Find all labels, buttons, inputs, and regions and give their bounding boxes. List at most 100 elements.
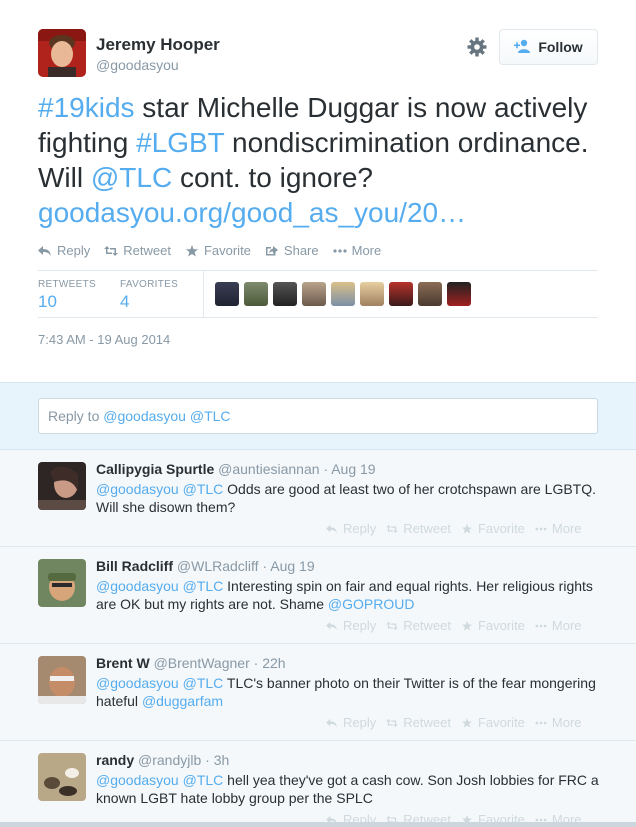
favoriter-avatar[interactable] [418,282,442,306]
reply-mentions[interactable]: @goodasyou @TLC [96,578,223,594]
gear-icon[interactable] [466,36,488,58]
retweets-count: 10 [38,292,57,311]
reply-author-handle[interactable]: @BrentWagner [154,655,250,671]
reply-author-handle[interactable]: @WLRadcliff [177,558,259,574]
reply-action[interactable]: Reply [38,243,90,258]
reply-label: Reply [343,715,377,730]
favorites-label: FAVORITES [120,279,179,290]
reply-mention-link[interactable]: @duggarfam [142,693,223,709]
star-icon [461,620,472,631]
more-action[interactable]: More [535,715,582,730]
share-icon [265,245,278,255]
favorite-label: Favorite [477,521,525,536]
hashtag-link[interactable]: #LGBT [136,127,224,158]
reply-author-name[interactable]: randy [96,752,134,768]
more-action[interactable]: More [535,618,582,633]
divider [38,317,598,318]
retweet-icon [386,621,399,630]
favoriter-avatar[interactable] [244,282,268,306]
retweets-stat[interactable]: RETWEETS 10 [38,279,96,312]
reply-mentions[interactable]: @goodasyou @TLC [96,675,223,691]
reply-mention-link[interactable]: @GOPROUD [328,596,415,612]
favoriter-avatar[interactable] [331,282,355,306]
follow-button[interactable]: Follow [499,29,598,65]
favoriter-avatar[interactable] [447,282,471,306]
reply-item[interactable]: Callipygia Spurtle @auntiesiannan · Aug … [0,450,636,547]
reply-mentions[interactable]: @goodasyou @TLC [96,772,223,788]
reply-icon [326,621,337,630]
tweet-timestamp[interactable]: 7:43 AM - 19 Aug 2014 [38,332,170,347]
retweet-label: Retweet [403,715,451,730]
reply-prefix: Reply to [48,408,104,424]
reply-time[interactable]: · Aug 19 [323,461,375,477]
reply-author-name[interactable]: Brent W [96,655,150,671]
reply-input[interactable]: Reply to @goodasyou @TLC [38,398,598,434]
favoriter-avatar[interactable] [302,282,326,306]
reply-author-name[interactable]: Bill Radcliff [96,558,173,574]
reply-action[interactable]: Reply [326,521,376,536]
star-icon [461,523,472,534]
reply-time[interactable]: · Aug 19 [262,558,314,574]
favoriter-avatar[interactable] [215,282,239,306]
favorite-action[interactable]: Favorite [185,243,251,258]
author-name[interactable]: Jeremy Hooper [96,35,220,55]
retweet-icon [386,718,399,727]
reply-author-name[interactable]: Callipygia Spurtle [96,461,214,477]
share-action[interactable]: Share [265,243,319,258]
retweet-label: Retweet [403,618,451,633]
reply-header: randy @randyjlb · 3h [96,752,229,768]
reply-header: Callipygia Spurtle @auntiesiannan · Aug … [96,461,376,477]
favoriter-avatar[interactable] [273,282,297,306]
more-label: More [351,243,382,258]
reply-action[interactable]: Reply [326,715,376,730]
reply-avatar[interactable] [38,753,86,801]
mention-link[interactable]: @TLC [91,162,172,193]
favoriter-avatar[interactable] [389,282,413,306]
reply-mentions[interactable]: @goodasyou @TLC [96,481,223,497]
retweet-icon [386,524,399,533]
favorites-stat[interactable]: FAVORITES 4 [120,279,178,312]
retweet-action[interactable]: Retweet [386,521,451,536]
author-handle[interactable]: @goodasyou [96,57,179,73]
reply-icon [38,245,51,256]
hashtag-link[interactable]: #19kids [38,92,135,123]
more-label: More [551,618,582,633]
more-action[interactable]: More [333,243,382,258]
reply-time[interactable]: · 3h [205,752,229,768]
retweet-action[interactable]: Retweet [386,715,451,730]
reply-time[interactable]: · 22h [254,655,286,671]
reply-item[interactable]: randy @randyjlb · 3h @goodasyou @TLC hel… [0,741,636,827]
more-action[interactable]: More [535,521,582,536]
favorite-action[interactable]: Favorite [461,521,525,536]
horizontal-scrollbar[interactable] [0,822,636,827]
favorite-label: Favorite [477,715,525,730]
author-avatar[interactable] [38,29,86,77]
retweet-action[interactable]: Retweet [104,243,171,258]
reply-text: @goodasyou @TLC Odds are good at least t… [96,480,606,516]
reply-avatar[interactable] [38,559,86,607]
divider [38,270,598,271]
reply-author-handle[interactable]: @auntiesiannan [218,461,319,477]
retweet-label: Retweet [123,243,171,258]
favoriter-avatar[interactable] [360,282,384,306]
reply-action[interactable]: Reply [326,618,376,633]
reply-label: Reply [57,243,91,258]
reply-avatar[interactable] [38,462,86,510]
favorite-label: Favorite [477,618,525,633]
reply-mentions: @goodasyou @TLC [103,408,231,424]
retweet-action[interactable]: Retweet [386,618,451,633]
reply-header: Brent W @BrentWagner · 22h [96,655,286,671]
reply-avatar[interactable] [38,656,86,704]
reply-icon [326,718,337,727]
reply-item[interactable]: Bill Radcliff @WLRadcliff · Aug 19 @good… [0,547,636,644]
favorite-action[interactable]: Favorite [461,618,525,633]
star-icon [185,244,198,256]
reply-item[interactable]: Brent W @BrentWagner · 22h @goodasyou @T… [0,644,636,741]
reply-text: @goodasyou @TLC hell yea they've got a c… [96,771,606,807]
retweets-label: RETWEETS [38,279,96,290]
reply-actions: Reply Retweet Favorite More [326,618,582,633]
favorite-action[interactable]: Favorite [461,715,525,730]
retweet-label: Retweet [403,521,451,536]
url-link[interactable]: goodasyou.org/good_as_you/20… [38,197,466,228]
reply-author-handle[interactable]: @randyjlb [138,752,201,768]
